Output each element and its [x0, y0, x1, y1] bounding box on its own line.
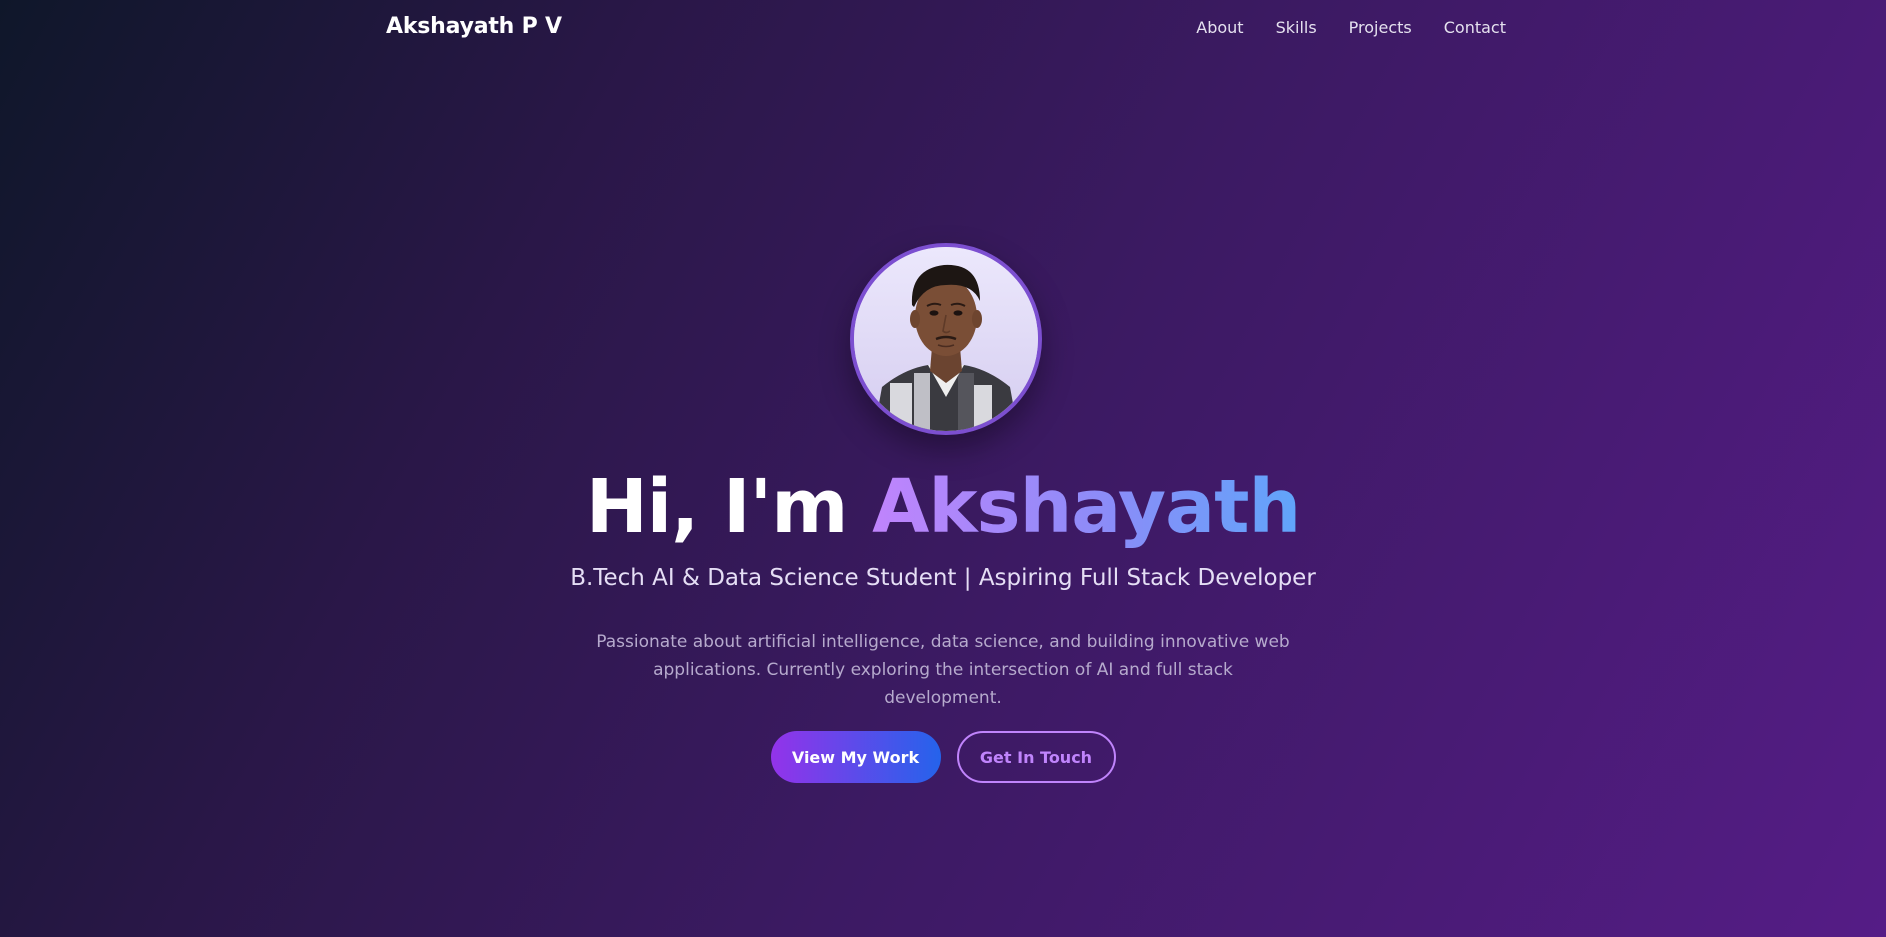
headline-greeting: Hi, I'm: [585, 464, 873, 550]
profile-photo-icon: [854, 247, 1038, 431]
hero-description: Passionate about artificial intelligence…: [596, 632, 1290, 708]
hero-headline: Hi, I'm Akshayath: [0, 462, 1886, 552]
get-in-touch-button[interactable]: Get In Touch: [956, 731, 1116, 783]
hero-cta-group: View My Work Get In Touch: [0, 731, 1886, 783]
hero-section: Hi, I'm Akshayath B.Tech AI & Data Scien…: [0, 0, 1886, 937]
hero-subtitle: B.Tech AI & Data Science Student | Aspir…: [570, 565, 1316, 591]
headline-name: Akshayath: [872, 464, 1301, 550]
view-my-work-button[interactable]: View My Work: [770, 731, 941, 783]
profile-avatar: [850, 243, 1042, 435]
